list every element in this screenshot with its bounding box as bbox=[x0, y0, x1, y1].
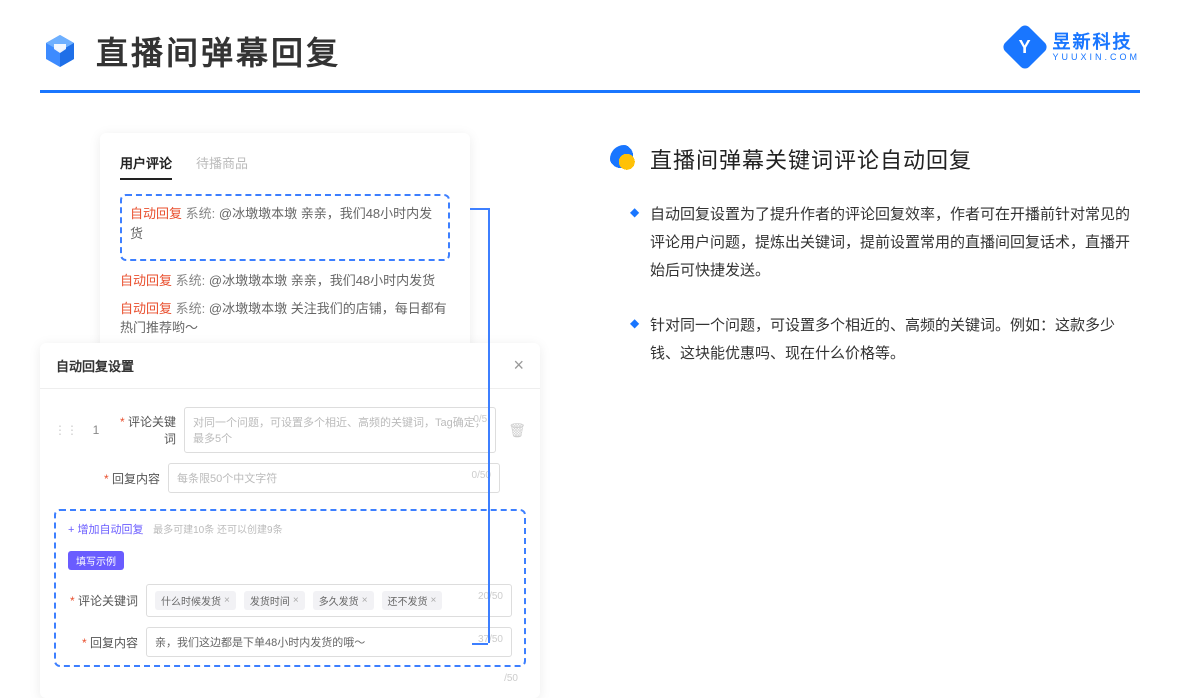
brand-icon bbox=[1001, 23, 1049, 71]
add-rule-link[interactable]: + 增加自动回复 bbox=[68, 521, 143, 537]
bullet-item: 自动回复设置为了提升作者的评论回复效率，作者可在开播前针对常见的评论用户问题，提… bbox=[630, 201, 1140, 284]
delete-icon[interactable]: 🗑 bbox=[508, 422, 526, 439]
highlighted-message: 自动回复 系统: @冰墩墩本墩 亲亲，我们48小时内发货 bbox=[120, 194, 450, 261]
ex-keyword-label: 评论关键词 bbox=[68, 592, 138, 609]
brand-logo: 昱新科技 YUUXIN.COM bbox=[1008, 30, 1140, 64]
section-icon bbox=[610, 145, 638, 173]
ex-content-input[interactable]: 亲，我们这边都是下单48小时内发货的哦～ 37/50 bbox=[146, 627, 512, 657]
tab-user-comments[interactable]: 用户评论 bbox=[120, 153, 172, 180]
example-badge: 填写示例 bbox=[68, 551, 124, 570]
tag[interactable]: 什么时候发货 bbox=[155, 591, 236, 610]
tail-count: /50 bbox=[54, 667, 526, 684]
message-row: 自动回复 系统: @冰墩墩本墩 亲亲，我们48小时内发货 bbox=[120, 271, 450, 291]
tag[interactable]: 发货时间 bbox=[244, 591, 305, 610]
settings-panel: 自动回复设置 × ⋮⋮ 1 评论关键词 对同一个问题，可设置多个相近、高频的关键… bbox=[40, 343, 540, 698]
keyword-input[interactable]: 对同一个问题，可设置多个相近、高频的关键词，Tag确定，最多5个 0/5 bbox=[184, 407, 496, 453]
brand-en: YUUXIN.COM bbox=[1052, 53, 1140, 62]
close-icon[interactable]: × bbox=[513, 355, 524, 376]
cube-icon bbox=[40, 31, 80, 71]
keyword-label: 评论关键词 bbox=[114, 413, 176, 447]
auto-reply-badge: 自动回复 bbox=[130, 206, 182, 221]
rule-index: 1 bbox=[86, 423, 106, 437]
brand-cn: 昱新科技 bbox=[1052, 33, 1140, 51]
content-input[interactable]: 每条限50个中文字符 0/50 bbox=[168, 463, 500, 493]
section-title: 直播间弹幕关键词评论自动回复 bbox=[650, 143, 972, 175]
mockup-area: 用户评论 待播商品 自动回复 系统: @冰墩墩本墩 亲亲，我们48小时内发货 自… bbox=[40, 133, 560, 623]
tab-products[interactable]: 待播商品 bbox=[196, 153, 248, 180]
tag[interactable]: 还不发货 bbox=[382, 591, 443, 610]
add-rule-hint: 最多可建10条 还可以创建9条 bbox=[153, 525, 282, 536]
example-highlight: + 增加自动回复 最多可建10条 还可以创建9条 填写示例 评论关键词 什么时候… bbox=[54, 509, 526, 667]
page-title: 直播间弹幕回复 bbox=[96, 28, 341, 74]
tabs: 用户评论 待播商品 bbox=[120, 153, 450, 180]
message-row: 自动回复 系统: @冰墩墩本墩 关注我们的店铺，每日都有热门推荐哟～ bbox=[120, 299, 450, 338]
drag-icon[interactable]: ⋮⋮ bbox=[54, 423, 78, 437]
bullet-item: 针对同一个问题，可设置多个相近的、高频的关键词。例如：这款多少钱、这块能优惠吗、… bbox=[630, 312, 1140, 368]
connector-line bbox=[470, 208, 488, 210]
settings-title: 自动回复设置 bbox=[56, 356, 134, 375]
ex-content-label: 回复内容 bbox=[68, 634, 138, 651]
tag[interactable]: 多久发货 bbox=[313, 591, 374, 610]
description-column: 直播间弹幕关键词评论自动回复 自动回复设置为了提升作者的评论回复效率，作者可在开… bbox=[610, 133, 1140, 623]
comments-panel: 用户评论 待播商品 自动回复 系统: @冰墩墩本墩 亲亲，我们48小时内发货 自… bbox=[100, 133, 470, 360]
content-label: 回复内容 bbox=[98, 470, 160, 487]
ex-keyword-input[interactable]: 什么时候发货 发货时间 多久发货 还不发货 20/50 bbox=[146, 584, 512, 617]
